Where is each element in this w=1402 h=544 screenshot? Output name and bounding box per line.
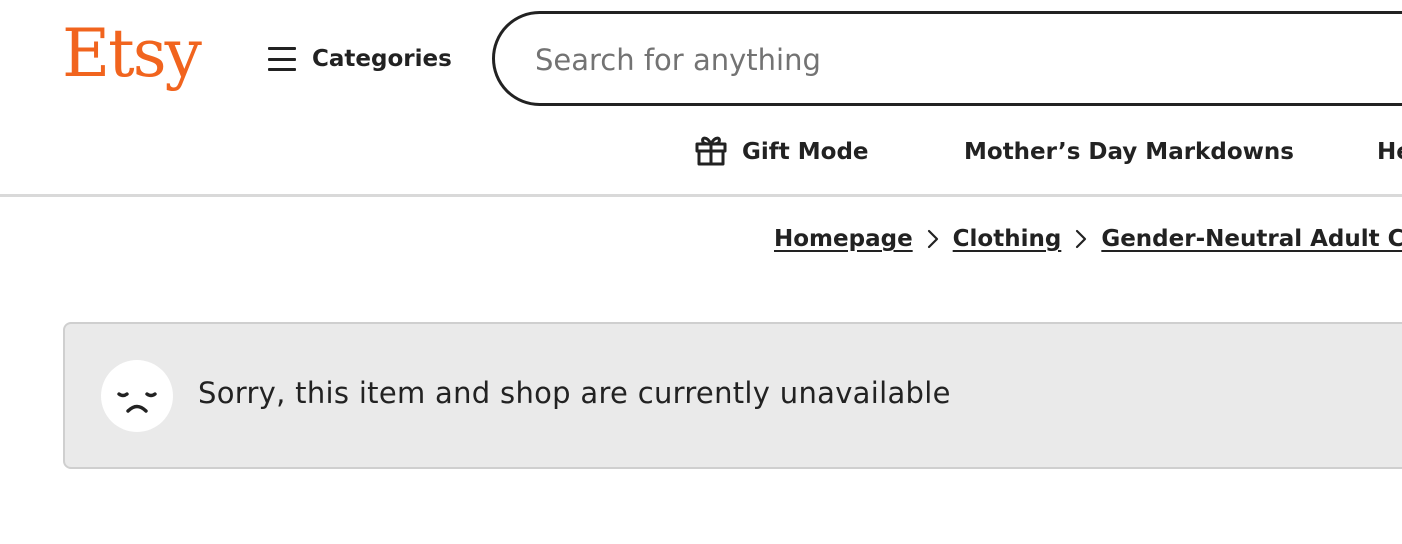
sad-face-icon [101, 360, 173, 432]
chevron-right-icon [927, 229, 939, 249]
nav-item-truncated[interactable]: He [1377, 132, 1402, 172]
breadcrumb-gender-neutral[interactable]: Gender-Neutral Adult Cl [1101, 226, 1402, 252]
etsy-logo[interactable]: Etsy [62, 14, 202, 94]
nav-item-label: He [1377, 139, 1402, 165]
breadcrumb-clothing[interactable]: Clothing [953, 226, 1062, 252]
breadcrumb-homepage[interactable]: Homepage [774, 226, 913, 252]
breadcrumb: Homepage Clothing Gender-Neutral Adult C… [774, 220, 1402, 258]
gift-icon [694, 132, 728, 172]
nav-item-label: Gift Mode [742, 139, 869, 165]
nav-item-gift-mode[interactable]: Gift Mode [694, 132, 869, 172]
page: Etsy Categories Gift Mode Mother’s Day M… [0, 0, 1402, 544]
chevron-right-icon [1075, 229, 1087, 249]
nav-item-label: Mother’s Day Markdowns [964, 139, 1294, 165]
search-input[interactable] [533, 14, 1397, 105]
categories-label: Categories [312, 46, 452, 72]
categories-button[interactable]: Categories [268, 40, 452, 78]
header-divider [0, 194, 1402, 197]
search-bar[interactable] [492, 11, 1402, 106]
notice-message: Sorry, this item and shop are currently … [198, 376, 951, 410]
menu-icon [268, 47, 296, 71]
nav-item-mothers-day[interactable]: Mother’s Day Markdowns [964, 132, 1294, 172]
unavailable-notice: Sorry, this item and shop are currently … [63, 322, 1402, 469]
